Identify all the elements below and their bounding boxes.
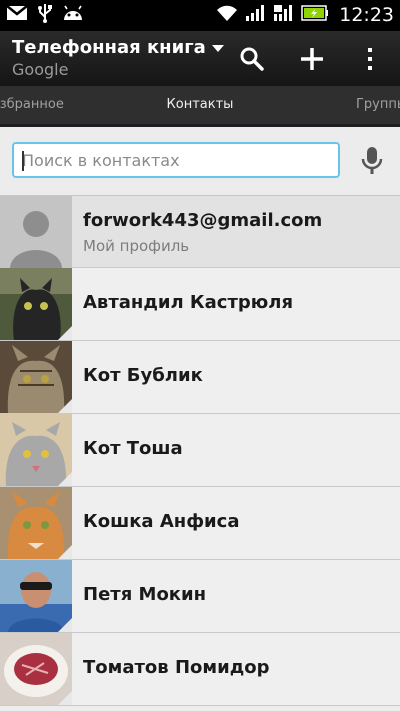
avatar-corner xyxy=(58,399,72,413)
avatar-corner xyxy=(58,545,72,559)
account-switcher[interactable]: Телефонная книга xyxy=(12,37,224,58)
signal-icon xyxy=(245,4,267,26)
account-name: Google xyxy=(12,60,69,79)
contact-name: Кот Тоша xyxy=(83,438,183,459)
search-input[interactable] xyxy=(12,142,340,178)
contact-name: Кошка Анфиса xyxy=(83,511,240,532)
contacts-list: forwork443@gmail.com Мой профиль Автанди… xyxy=(0,196,400,706)
voice-search-button[interactable] xyxy=(352,141,392,181)
contact-name: Томатов Помидор xyxy=(83,657,270,678)
profile-row[interactable]: forwork443@gmail.com Мой профиль xyxy=(0,196,400,268)
avatar xyxy=(0,268,72,340)
microphone-icon xyxy=(361,147,383,174)
contact-name: Петя Мокин xyxy=(83,584,207,605)
list-item[interactable]: Томатов Помидор xyxy=(0,633,400,706)
wifi-icon xyxy=(215,3,239,27)
page-title: Телефонная книга xyxy=(12,37,206,58)
tab-contacts[interactable]: Контакты xyxy=(0,97,400,112)
android-icon xyxy=(62,5,84,25)
list-item[interactable]: Кот Тоша xyxy=(0,414,400,487)
avatar-corner xyxy=(58,472,72,486)
gmail-icon xyxy=(6,5,28,25)
avatar xyxy=(0,196,72,268)
tab-groups[interactable]: Группы xyxy=(356,97,400,112)
app-bar: Телефонная книга Google xyxy=(0,31,400,86)
avatar xyxy=(0,633,72,705)
avatar xyxy=(0,487,72,559)
search-button[interactable] xyxy=(230,37,274,81)
avatar xyxy=(0,341,72,413)
list-item[interactable]: Кот Бублик xyxy=(0,341,400,414)
list-item[interactable]: Автандил Кастрюля xyxy=(0,268,400,341)
avatar xyxy=(0,414,72,486)
signal-icon xyxy=(273,4,295,26)
dropdown-caret-icon xyxy=(211,44,224,52)
overflow-menu-icon xyxy=(368,48,372,70)
overflow-menu-button[interactable] xyxy=(348,37,392,81)
usb-icon xyxy=(37,3,53,27)
list-item[interactable]: Кошка Анфиса xyxy=(0,487,400,560)
search-bar xyxy=(0,127,400,196)
avatar-corner xyxy=(58,691,72,705)
list-item[interactable]: Петя Мокин xyxy=(0,560,400,633)
avatar-corner xyxy=(58,618,72,632)
contact-name: Кот Бублик xyxy=(83,365,203,386)
profile-label: Мой профиль xyxy=(83,237,190,255)
status-bar: 12:23 xyxy=(0,0,400,31)
add-contact-button[interactable] xyxy=(290,37,334,81)
avatar xyxy=(0,560,72,632)
contact-name: Автандил Кастрюля xyxy=(83,292,294,313)
tab-bar: Избранное Контакты Группы xyxy=(0,86,400,127)
profile-email: forwork443@gmail.com xyxy=(83,210,323,231)
text-cursor xyxy=(22,151,24,171)
search-icon xyxy=(240,47,264,71)
add-icon xyxy=(301,48,323,70)
avatar-corner xyxy=(58,326,72,340)
status-time: 12:23 xyxy=(339,4,394,26)
battery-charging-icon xyxy=(301,4,329,26)
